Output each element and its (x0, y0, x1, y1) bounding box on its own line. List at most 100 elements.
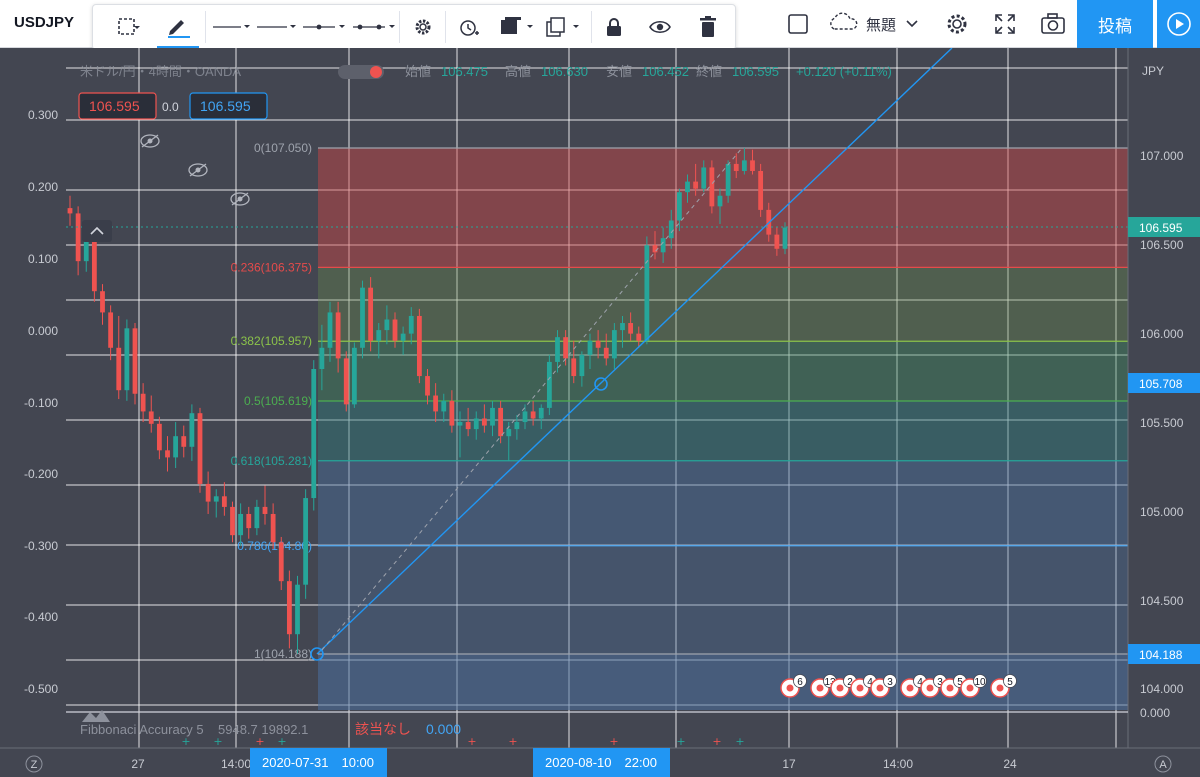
candle-body (522, 411, 528, 423)
square-icon[interactable] (780, 0, 816, 48)
candle-body (173, 436, 179, 458)
candle-body (782, 227, 788, 249)
ohlc-label: 高値 (505, 64, 531, 79)
candle-body (100, 291, 105, 313)
candle-body (611, 330, 617, 359)
settings-gear-icon[interactable] (938, 0, 976, 48)
signal-marker: + (277, 735, 286, 748)
candle-body (685, 181, 690, 193)
left-axis-label: -0.100 (24, 396, 58, 410)
candle-body (709, 167, 715, 207)
line-end-icon[interactable] (301, 5, 347, 49)
pencil-icon[interactable] (157, 5, 199, 49)
line-width-icon[interactable] (255, 5, 297, 49)
template-icon[interactable] (497, 5, 541, 49)
left-axis-label: -0.400 (24, 610, 58, 624)
symbol-name[interactable]: USDJPY (14, 14, 74, 31)
fullscreen-icon[interactable] (986, 0, 1024, 48)
candle-body (587, 340, 593, 355)
candle-body (197, 413, 203, 484)
candle-body (636, 333, 642, 341)
candle-body (660, 238, 666, 253)
fib-level-label: 0.5(105.619) (244, 394, 312, 408)
lock-icon[interactable] (595, 5, 633, 49)
candle-body (595, 340, 601, 348)
candle-body (676, 192, 682, 221)
event-count: 3 (887, 677, 893, 688)
candle-body (733, 163, 739, 171)
camera-icon[interactable] (1034, 0, 1072, 48)
change-value: +0.120 (+0.11%) (796, 64, 892, 79)
signal-marker: + (255, 735, 264, 748)
clone-icon[interactable] (543, 5, 587, 49)
candle-body (571, 358, 577, 377)
play-icon[interactable] (1157, 0, 1200, 48)
left-axis-label: -0.300 (24, 539, 58, 553)
candle-body (278, 542, 284, 582)
drawing-toolbar (92, 4, 736, 50)
candle-body (530, 411, 536, 419)
candle-body (628, 323, 634, 334)
signal-marker: + (213, 735, 222, 748)
fib-level-label: 0.382(105.957) (231, 334, 312, 348)
candle-body (400, 333, 406, 341)
candle-body (498, 407, 504, 437)
candle-body (741, 160, 747, 171)
legend-title[interactable]: 米ドル/円・4時間・OANDA (80, 64, 241, 79)
candle-body (490, 407, 495, 426)
corner-left-label: Z (31, 759, 38, 771)
candle-body (473, 418, 479, 430)
candle-body (555, 337, 560, 362)
spread-value: 0.0 (162, 100, 179, 114)
candle-body (620, 323, 625, 331)
candle-body (246, 513, 252, 529)
time-axis-label: 27 (131, 757, 145, 771)
publish-button[interactable]: 投稿 (1077, 0, 1153, 48)
candle-body (335, 312, 341, 359)
price-chart[interactable]: 0(107.050) 0.236(106.375) 0.382(105.957) 0.… (0, 48, 1200, 777)
candle-body (425, 376, 430, 396)
candle-body (205, 483, 211, 502)
collapse-button[interactable] (82, 220, 112, 242)
line-both-icon[interactable] (351, 5, 397, 49)
candle-body (668, 220, 674, 239)
candle-body (327, 312, 333, 348)
price-axis-label: 105.000 (1140, 505, 1184, 519)
candle-body (140, 393, 146, 412)
gear-icon[interactable] (405, 5, 441, 49)
signal-marker: + (676, 735, 685, 748)
left-axis-label: 0.300 (28, 108, 58, 122)
top-header: USDJPY 無題 投稿 (0, 0, 1200, 50)
candle-body (148, 411, 154, 424)
left-axis-label: 0.200 (28, 180, 58, 194)
event-count: 6 (797, 677, 803, 688)
candle-body (644, 245, 650, 341)
candle-body (376, 330, 382, 341)
ohlc-value: 106.630 (541, 64, 588, 79)
candle-body (481, 418, 487, 426)
select-area-icon[interactable] (109, 5, 151, 49)
event-count: 10 (974, 677, 986, 688)
trend-line-price-tag-text: 105.708 (1139, 377, 1183, 391)
current-price-tag-text: 106.595 (1139, 221, 1183, 235)
candle-body (433, 395, 439, 412)
candle-body (303, 498, 309, 585)
candle-body (91, 241, 97, 292)
left-axis-label: -0.200 (24, 467, 58, 481)
candle-body (725, 163, 731, 196)
candle-body (124, 328, 130, 391)
eye-icon[interactable] (641, 5, 679, 49)
sell-price: 106.595 (89, 98, 140, 114)
time-axis-label: 14:00 (221, 757, 251, 771)
time-axis-label: 17 (782, 757, 796, 771)
line-style-icon[interactable] (211, 5, 251, 49)
candle-body (563, 337, 569, 359)
candle-body (165, 450, 170, 458)
layout-name-button[interactable]: 無題 (826, 0, 934, 48)
signal-marker: + (712, 735, 721, 748)
fib-zone (318, 267, 1128, 342)
candle-body (221, 496, 227, 507)
trash-icon[interactable] (689, 5, 727, 49)
alarm-icon[interactable] (451, 5, 487, 49)
left-axis-label: 0.000 (28, 324, 58, 338)
